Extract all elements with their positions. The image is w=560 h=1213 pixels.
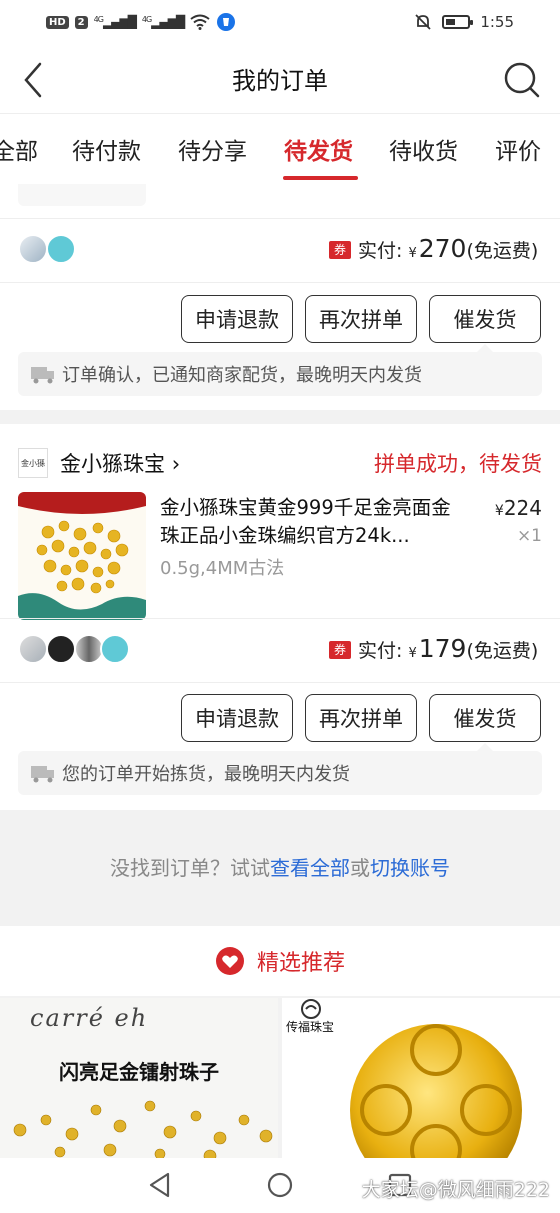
notice-text: 订单确认，已通知商家配货，最晚明天内发货 xyxy=(62,365,422,386)
shipping-notice: 订单确认，已通知商家配货，最晚明天内发货 xyxy=(18,352,542,396)
status-bar: HD 2 4G▂▄▆█ 4G▂▄▆█ 1:55 xyxy=(0,0,560,44)
currency-symbol: ¥ xyxy=(408,646,417,661)
gold-bead-illustration xyxy=(350,1024,522,1158)
signal-icon: 4G▂▄▆█ xyxy=(93,15,137,29)
status-time: 1:55 xyxy=(480,13,514,31)
refund-button[interactable]: 申请退款 xyxy=(181,295,293,343)
avatar-placeholder xyxy=(100,634,130,664)
refund-button[interactable]: 申请退款 xyxy=(181,694,293,742)
divider xyxy=(0,682,560,683)
urge-shipment-button[interactable]: 催发货 xyxy=(429,694,541,742)
empty-tip-or: 或 xyxy=(350,856,370,880)
coupon-badge: 券 xyxy=(329,641,351,659)
paid-amount: 实付: ¥270(免运费) xyxy=(358,234,538,263)
avatar xyxy=(46,634,76,664)
order-card-2: 金小猻 金小猻珠宝 › 拼单成功，待发货 金小猻珠宝黄金999千足金亮面金珠正品… xyxy=(0,424,560,810)
amount-value: 179 xyxy=(418,634,467,663)
back-arrow-icon[interactable] xyxy=(20,60,54,100)
paid-amount: 实付: ¥179(免运费) xyxy=(358,634,538,663)
tab-pending-shipment[interactable]: 待发货 xyxy=(284,132,353,166)
paid-label: 实付: xyxy=(358,640,403,662)
shipping-note: (免运费) xyxy=(466,240,539,262)
tab-pending-payment[interactable]: 待付款 xyxy=(72,132,141,166)
shipping-notice: 您的订单开始拣货，最晚明天内发货 xyxy=(18,751,542,795)
amount-value: 270 xyxy=(418,234,467,263)
delivery-icon xyxy=(31,766,54,783)
product-image-remnant xyxy=(18,184,146,206)
order-card-1: 券 实付: ¥270(免运费) 申请退款 再次拼单 催发货 订单确认，已通知商家… xyxy=(0,184,560,410)
avatar xyxy=(18,634,48,664)
recommend-item-left[interactable]: carré eh 闪亮足金镭射珠子 xyxy=(0,998,278,1158)
mute-bell-icon xyxy=(415,14,431,30)
avatar xyxy=(18,234,48,264)
tab-pending-share[interactable]: 待分享 xyxy=(178,132,247,166)
shipping-note: (免运费) xyxy=(466,640,539,662)
regroup-button[interactable]: 再次拼单 xyxy=(305,694,417,742)
order-status: 拼单成功，待发货 xyxy=(374,452,542,476)
recommend-header: 精选推荐 xyxy=(0,926,560,996)
gold-beads-illustration xyxy=(13,1100,273,1158)
notice-text: 您的订单开始拣货，最晚明天内发货 xyxy=(62,764,350,785)
currency-symbol: ¥ xyxy=(408,246,417,261)
home-circle-icon[interactable] xyxy=(266,1171,294,1199)
top-navbar: 我的订单 xyxy=(0,44,560,114)
status-left: HD 2 4G▂▄▆█ 4G▂▄▆█ xyxy=(46,12,236,32)
gold-beads-illustration xyxy=(18,492,146,620)
net-label-2: 4G xyxy=(141,15,152,24)
watermark: 大家坛@微风细雨222 xyxy=(361,1179,550,1201)
brand-name: 传福珠宝 xyxy=(286,1020,335,1034)
product-script-text: carré eh xyxy=(30,1004,149,1032)
heart-icon xyxy=(215,947,244,975)
avatar-placeholder xyxy=(46,234,76,264)
divider xyxy=(0,282,560,283)
product-spec: 0.5g,4MM古法 xyxy=(160,558,285,579)
tab-review[interactable]: 评价 xyxy=(495,132,541,166)
tab-pending-receipt[interactable]: 待收货 xyxy=(389,132,458,166)
sim-badge: 2 xyxy=(74,15,88,29)
empty-tip: 没找到订单？试试查看全部或切换账号 xyxy=(0,852,560,881)
product-title[interactable]: 金小猻珠宝黄金999千足金亮面金珠正品小金珠编织官方24k... xyxy=(160,494,465,550)
search-icon[interactable] xyxy=(502,60,542,100)
shop-logo: 金小猻 xyxy=(18,448,48,478)
chevron-right-icon: › xyxy=(171,452,181,476)
shop-name-link[interactable]: 金小猻珠宝 › xyxy=(60,448,180,478)
divider xyxy=(0,618,560,619)
recommend-caption: 闪亮足金镭射珠子 xyxy=(59,1060,219,1084)
shop-name: 金小猻珠宝 xyxy=(60,452,165,476)
product-price: ¥224 xyxy=(495,496,542,520)
page-title: 我的订单 xyxy=(232,67,328,95)
paid-label: 实付: xyxy=(358,240,403,262)
view-all-link[interactable]: 查看全部 xyxy=(270,856,350,880)
shield-app-icon xyxy=(217,13,236,31)
regroup-button[interactable]: 再次拼单 xyxy=(305,295,417,343)
urge-shipment-button[interactable]: 催发货 xyxy=(429,295,541,343)
back-triangle-icon[interactable] xyxy=(146,1171,174,1199)
status-right: 1:55 xyxy=(414,13,514,31)
recommend-item-right[interactable]: 传福珠宝 xyxy=(282,998,560,1158)
brand-logo-icon xyxy=(301,999,321,1019)
active-tab-indicator xyxy=(283,176,358,180)
empty-tip-prefix: 没找到订单？试试 xyxy=(110,856,270,880)
battery-icon xyxy=(442,15,474,29)
battery-fill xyxy=(446,19,456,25)
coupon-badge: 券 xyxy=(329,241,351,259)
signal-icon-2: 4G▂▄▆█ xyxy=(141,15,185,29)
delivery-icon xyxy=(31,367,54,384)
product-image[interactable] xyxy=(18,492,146,620)
recommend-title: 精选推荐 xyxy=(256,951,345,976)
currency-symbol: ¥ xyxy=(494,503,504,519)
tab-all[interactable]: 全部 xyxy=(0,132,38,166)
price-value: 224 xyxy=(503,496,542,520)
hd-badge: HD xyxy=(46,15,69,29)
divider xyxy=(0,218,560,219)
wifi-icon xyxy=(190,14,210,30)
product-quantity: ×1 xyxy=(516,526,542,546)
net-label-1: 4G xyxy=(93,15,104,24)
switch-account-link[interactable]: 切换账号 xyxy=(370,856,450,880)
order-tabs: 全部 待付款 待分享 待发货 待收货 评价 xyxy=(0,114,560,184)
